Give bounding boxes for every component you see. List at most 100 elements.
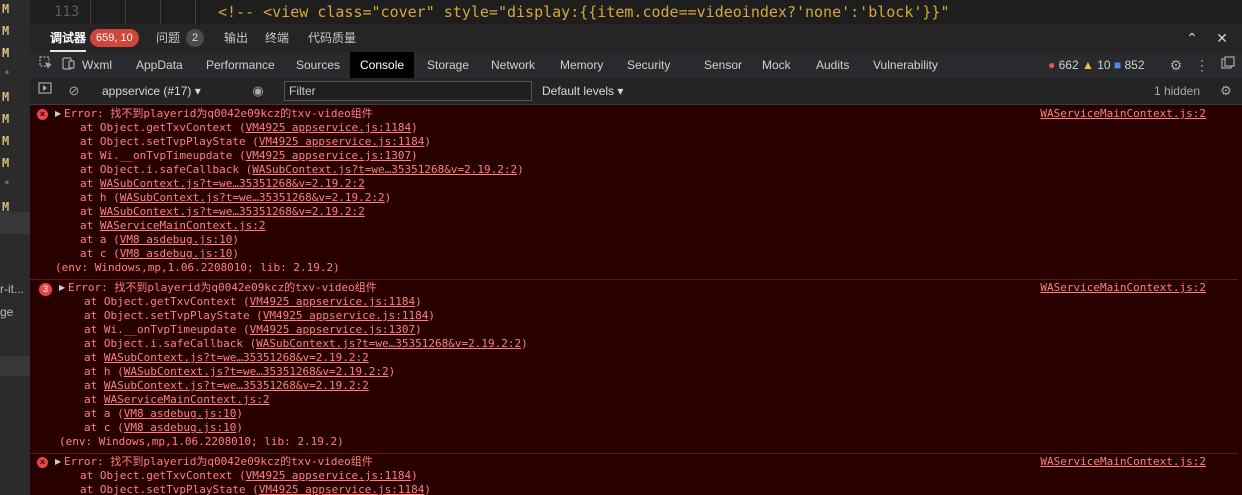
stack-frame: at WASubContext.js?t=we…35351268&v=2.19.… (80, 205, 365, 219)
tab-network[interactable]: Network (481, 52, 545, 78)
stack-frame-link[interactable]: WASubContext.js?t=we…35351268&v=2.19.2:2 (100, 205, 365, 218)
info-count: 852 (1124, 58, 1145, 72)
stack-frame-link[interactable]: WASubContext.js?t=we…35351268&v=2.19.2:2 (252, 163, 517, 176)
stack-frame-link[interactable]: VM4925 appservice.js:1307 (246, 149, 412, 162)
log-levels-select[interactable]: Default levels ▾ (542, 78, 623, 104)
tab-code-quality[interactable]: 代码质量 (308, 24, 356, 52)
source-link[interactable]: WAServiceMainContext.js:2 (1040, 107, 1206, 120)
stack-frame-link[interactable]: WAServiceMainContext.js:2 (104, 393, 270, 406)
stack-frame-link[interactable]: WAServiceMainContext.js:2 (100, 219, 266, 232)
gear-icon[interactable]: ⚙ (1166, 55, 1186, 75)
expand-arrow-icon[interactable]: ▶ (59, 283, 65, 292)
panel-tab-bar: 调试器 659, 10 问题 2 输出 终端 代码质量 ⌃ ✕ (30, 24, 1242, 53)
stack-frame-prefix: at c ( (80, 247, 120, 260)
stack-frame-link[interactable]: VM4925 appservice.js:1184 (250, 295, 416, 308)
warning-icon: ▲ (1081, 58, 1094, 72)
stack-frame: at Wi.__onTvpTimeupdate (VM4925 appservi… (84, 323, 422, 337)
tab-appdata[interactable]: AppData (126, 52, 193, 78)
stack-frame-link[interactable]: WASubContext.js?t=we…35351268&v=2.19.2:2 (256, 337, 521, 350)
context-select[interactable]: appservice (#17) ▾ (102, 78, 201, 104)
stack-frame: at Object.setTvpPlayState (VM4925 appser… (80, 135, 431, 149)
tab-performance[interactable]: Performance (196, 52, 285, 78)
source-link[interactable]: WAServiceMainContext.js:2 (1040, 281, 1206, 294)
stack-frame: at Object.setTvpPlayState (VM4925 appser… (84, 309, 435, 323)
tab-vulnerability[interactable]: Vulnerability (863, 52, 948, 78)
stack-frame-link[interactable]: VM8 asdebug.js:10 (120, 247, 233, 260)
stack-frame: at a (VM8 asdebug.js:10) (84, 407, 243, 421)
stack-frame-prefix: at a ( (80, 233, 120, 246)
chevron-up-icon[interactable]: ⌃ (1182, 28, 1202, 48)
stack-frame-suffix: ) (415, 295, 422, 308)
stack-frame-suffix: ) (384, 191, 392, 204)
stack-frame-prefix: at Object.setTvpPlayState ( (80, 135, 259, 148)
tab-security[interactable]: Security (617, 52, 680, 78)
stack-frame: at Object.setTvpPlayState (VM4925 appser… (80, 483, 431, 495)
git-modified-mark: M (2, 46, 10, 60)
tab-console[interactable]: Console (350, 52, 415, 78)
stack-frame-link[interactable]: WASubContext.js?t=we…35351268&v=2.19.2:2 (104, 379, 369, 392)
error-message: Error: 找不到playerid为q0042e09kcz的txv-video… (64, 107, 373, 120)
context-select-value: appservice (#17) (102, 84, 192, 98)
stack-frame: at c (VM8 asdebug.js:10) (84, 421, 243, 435)
tab-output[interactable]: 输出 (224, 24, 248, 52)
tab-audits[interactable]: Audits (806, 52, 859, 78)
stack-frame-link[interactable]: VM4925 appservice.js:1184 (259, 135, 425, 148)
stack-frame-link[interactable]: VM4925 appservice.js:1184 (263, 309, 429, 322)
git-status-dot: • (4, 68, 11, 79)
tab-storage[interactable]: Storage (417, 52, 479, 78)
stack-frame-link[interactable]: VM8 asdebug.js:10 (124, 421, 237, 434)
info-icon: ■ (1113, 58, 1122, 72)
expand-arrow-icon[interactable]: ▶ (55, 109, 61, 118)
inspect-element-icon[interactable] (36, 55, 56, 75)
log-scrollbar[interactable] (1238, 105, 1242, 495)
env-info: (env: Windows,mp,1.06.2208010; lib: 2.19… (55, 261, 340, 274)
tab-memory[interactable]: Memory (550, 52, 613, 78)
stack-frame-suffix: ) (232, 233, 239, 246)
stack-frame-link[interactable]: WASubContext.js?t=we…35351268&v=2.19.2:2 (124, 365, 389, 378)
tab-mock[interactable]: Mock (752, 52, 801, 78)
stack-frame: at Wi.__onTvpTimeupdate (VM4925 appservi… (80, 149, 418, 163)
stack-frame-prefix: at Object.i.safeCallback ( (80, 163, 253, 176)
warning-count: 10 (1097, 58, 1111, 72)
stack-frame-link[interactable]: VM8 asdebug.js:10 (124, 407, 237, 420)
stack-frame-link[interactable]: VM8 asdebug.js:10 (120, 233, 233, 246)
source-link[interactable]: WAServiceMainContext.js:2 (1040, 455, 1206, 468)
gear-icon[interactable]: ⚙ (1216, 81, 1236, 101)
stack-frame-link[interactable]: VM4925 appservice.js:1184 (246, 121, 412, 134)
close-icon[interactable]: ✕ (1212, 28, 1232, 48)
tab-terminal[interactable]: 终端 (265, 24, 289, 52)
git-modified-mark: M (2, 24, 10, 38)
expand-arrow-icon[interactable]: ▶ (55, 457, 61, 466)
stack-frame-suffix: ) (415, 323, 422, 336)
stack-frame-suffix: ) (388, 365, 396, 378)
stack-frame-link[interactable]: WASubContext.js?t=we…35351268&v=2.19.2:2 (120, 191, 385, 204)
sidebar-toggle-icon[interactable] (35, 81, 55, 101)
eye-icon[interactable]: ◉ (248, 81, 268, 101)
stack-frame-prefix: at (80, 177, 100, 190)
stack-frame: at h (WASubContext.js?t=we…35351268&v=2.… (84, 365, 395, 379)
console-counts[interactable]: ● 662 ▲ 10 ■ 852 (1048, 52, 1145, 78)
tab-sensor[interactable]: Sensor (694, 52, 752, 78)
stack-frame-prefix: at Object.getTxvContext ( (80, 469, 246, 482)
stack-frame-link[interactable]: VM4925 appservice.js:1184 (259, 483, 425, 495)
tab-debugger[interactable]: 调试器 (50, 24, 87, 52)
dock-side-icon[interactable] (1218, 55, 1238, 75)
error-icon: × (37, 457, 48, 468)
stack-frame-prefix: at c ( (84, 421, 124, 434)
git-modified-mark: M (2, 156, 10, 170)
stack-frame-link[interactable]: WASubContext.js?t=we…35351268&v=2.19.2:2 (104, 351, 369, 364)
stack-frame-link[interactable]: VM4925 appservice.js:1307 (250, 323, 416, 336)
more-vertical-icon[interactable]: ⋮ (1192, 55, 1212, 75)
stack-frame-link[interactable]: WASubContext.js?t=we…35351268&v=2.19.2:2 (100, 177, 365, 190)
stack-frame-link[interactable]: VM4925 appservice.js:1184 (246, 469, 412, 482)
filter-input[interactable] (284, 81, 532, 101)
tab-wxml[interactable]: Wxml (72, 52, 122, 78)
stack-frame-prefix: at h ( (84, 365, 124, 378)
console-log: × ▶ Error: 找不到playerid为q0042e09kcz的txv-vid… (30, 105, 1242, 495)
clear-console-icon[interactable]: ⊘ (64, 81, 84, 101)
tab-sources[interactable]: Sources (286, 52, 350, 78)
error-icon: × (37, 109, 48, 120)
stack-frame-prefix: at (84, 351, 104, 364)
stack-frame-prefix: at h ( (80, 191, 120, 204)
tab-problems[interactable]: 问题 (156, 24, 180, 52)
